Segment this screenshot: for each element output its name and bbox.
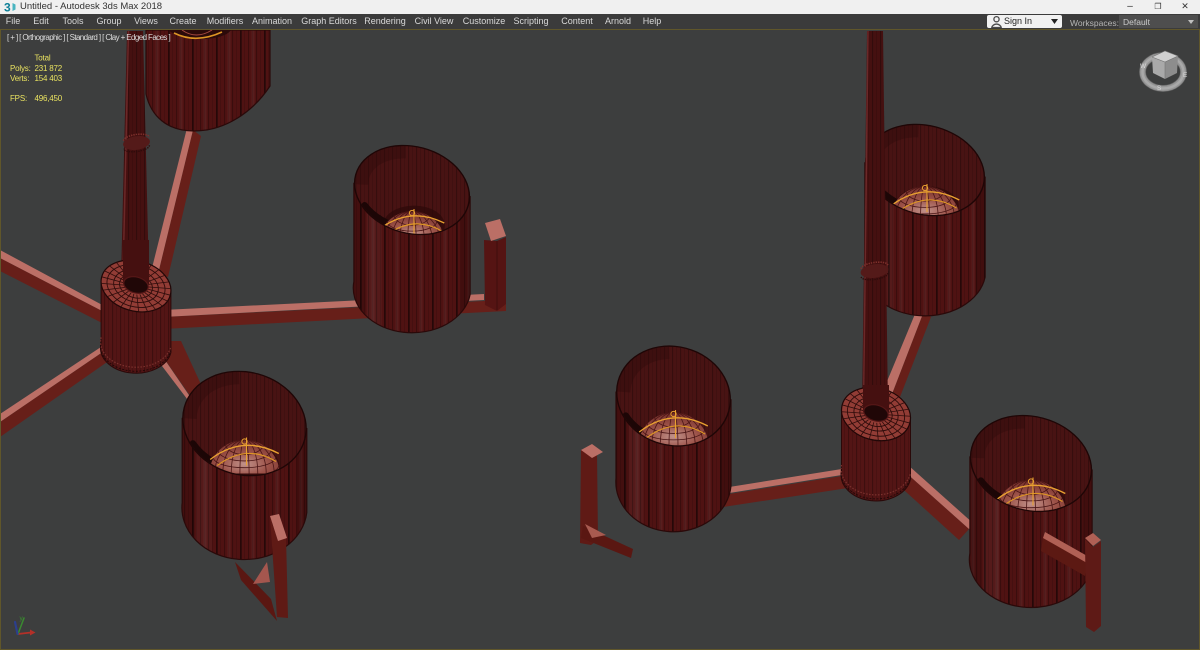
svg-text:231 872: 231 872 <box>35 64 63 73</box>
svg-text:Verts:: Verts: <box>10 74 29 83</box>
svg-text:Total: Total <box>35 54 51 63</box>
svg-text:FPS:: FPS: <box>10 94 27 103</box>
svg-text:W: W <box>1140 63 1147 70</box>
svg-text:S: S <box>1157 85 1162 92</box>
svg-text:Polys:: Polys: <box>10 64 31 73</box>
svg-text:496,450: 496,450 <box>35 94 63 103</box>
svg-text:154 403: 154 403 <box>35 74 63 83</box>
svg-text:E: E <box>1183 72 1188 79</box>
svg-text:3: 3 <box>4 1 11 15</box>
svg-text:[ + ] [ Orthographic ] [ Stand: [ + ] [ Orthographic ] [ Standard ] [ Cl… <box>7 33 170 42</box>
